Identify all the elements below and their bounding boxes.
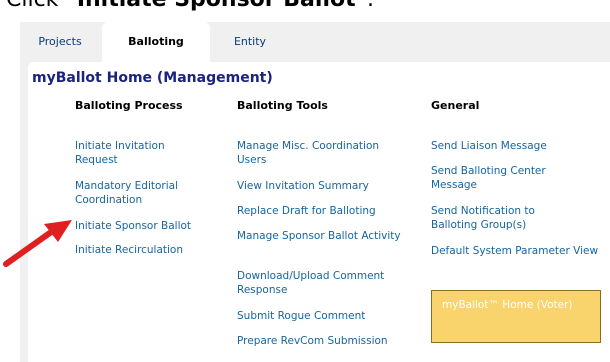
- app-panel: Projects Balloting Entity myBallot Home …: [20, 22, 610, 362]
- send-liaison-message-link[interactable]: Send Liaison Message: [431, 139, 601, 153]
- prepare-revcom-submission-link[interactable]: Prepare RevCom Submission: [237, 334, 417, 348]
- general-heading: General: [431, 99, 480, 112]
- balloting-process-heading: Balloting Process: [75, 99, 183, 112]
- voter-home-label: myBallot™ Home (Voter): [442, 299, 573, 311]
- caption-suffix: ”.: [356, 0, 374, 12]
- send-balloting-center-message-link[interactable]: Send Balloting Center Message: [431, 164, 581, 192]
- initiate-recirculation-link[interactable]: Initiate Recirculation: [75, 243, 225, 257]
- mandatory-editorial-coordination-link[interactable]: Mandatory Editorial Coordination: [75, 179, 215, 207]
- caption-prefix: Click “: [6, 0, 77, 12]
- red-arrow-icon: [3, 220, 72, 267]
- submit-rogue-comment-link[interactable]: Submit Rogue Comment: [237, 309, 407, 323]
- initiate-sponsor-ballot-link[interactable]: Initiate Sponsor Ballot: [75, 219, 225, 233]
- instruction-caption: Click “Initiate Sponsor Ballot”.: [6, 0, 374, 12]
- voter-home-button[interactable]: myBallot™ Home (Voter): [431, 290, 601, 343]
- initiate-invitation-request-link[interactable]: Initiate Invitation Request: [75, 139, 205, 167]
- main-content: myBallot Home (Management) Balloting Pro…: [28, 62, 610, 362]
- tab-projects[interactable]: Projects: [28, 22, 92, 62]
- manage-misc-coordination-users-link[interactable]: Manage Misc. Coordination Users: [237, 139, 407, 167]
- caption-strong: Initiate Sponsor Ballot: [77, 0, 356, 12]
- replace-draft-for-balloting-link[interactable]: Replace Draft for Balloting: [237, 204, 407, 218]
- tab-balloting[interactable]: Balloting: [102, 22, 210, 62]
- tab-entity[interactable]: Entity: [220, 22, 280, 62]
- default-system-parameter-view-link[interactable]: Default System Parameter View: [431, 244, 601, 258]
- download-upload-comment-response-link[interactable]: Download/Upload Comment Response: [237, 269, 417, 297]
- manage-sponsor-ballot-activity-link[interactable]: Manage Sponsor Ballot Activity: [237, 229, 407, 243]
- send-notification-link[interactable]: Send Notification to Balloting Group(s): [431, 204, 581, 232]
- view-invitation-summary-link[interactable]: View Invitation Summary: [237, 179, 407, 193]
- page-title: myBallot Home (Management): [32, 70, 273, 86]
- balloting-tools-heading: Balloting Tools: [237, 99, 328, 112]
